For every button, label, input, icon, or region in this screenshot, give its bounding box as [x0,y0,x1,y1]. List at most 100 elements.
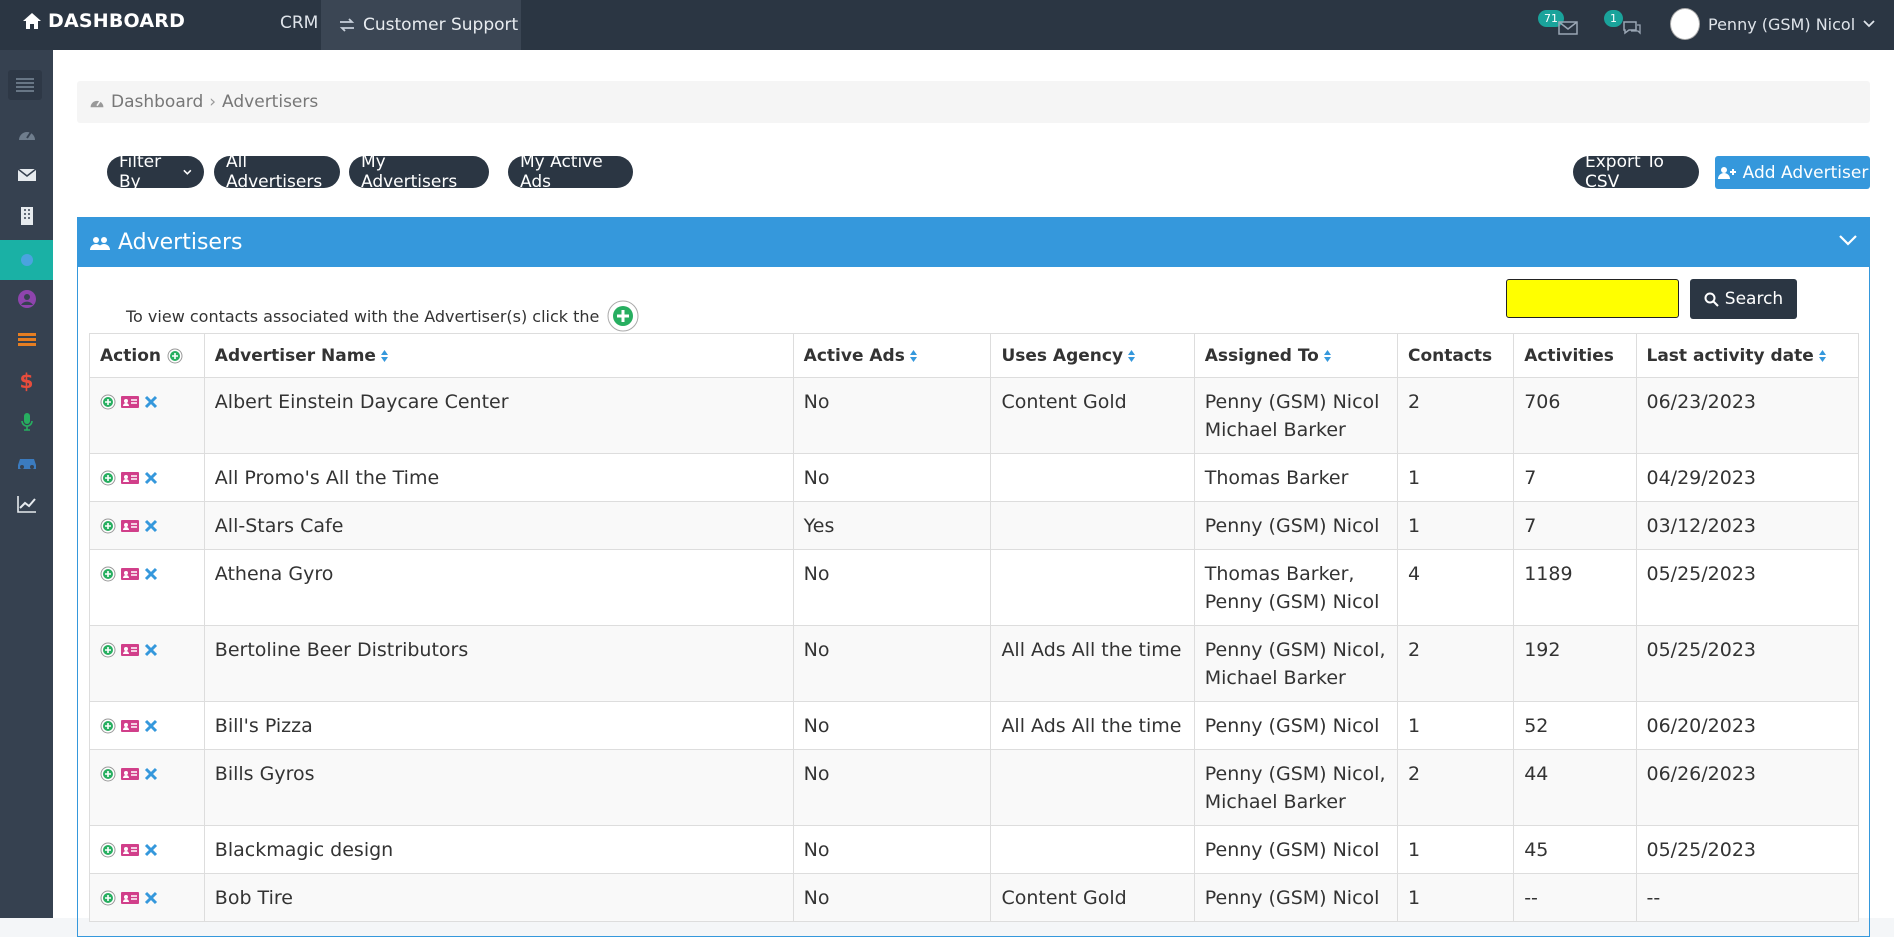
all-advertisers-button[interactable]: All Advertisers [214,152,340,192]
sidebar-item-reports[interactable] [0,484,53,524]
cell-action [89,453,205,502]
my-active-ads-button[interactable]: My Active Ads [508,152,633,192]
all-advertisers-label: All Advertisers [226,152,323,192]
expand-contacts-icon[interactable] [100,890,116,906]
cell-activities[interactable]: 52 [1513,701,1637,750]
search-input[interactable] [1506,279,1679,318]
delete-icon[interactable] [144,767,158,781]
delete-icon[interactable] [144,471,158,485]
sidebar-item-mail[interactable] [0,155,53,195]
sidebar-item-dashboard[interactable] [0,114,53,154]
delete-icon[interactable] [144,395,158,409]
user-name: Penny (GSM) Nicol [1708,14,1856,34]
header-uses-agency[interactable]: Uses Agency [990,333,1195,378]
collapse-chevron-icon[interactable] [1839,235,1857,246]
mail-notification[interactable]: 71 [1538,10,1578,40]
nav-customer-support[interactable]: Customer Support [321,0,521,50]
filter-by-button[interactable]: Filter By [107,152,204,192]
plus-circle-icon[interactable] [167,348,183,364]
contact-card-icon[interactable] [120,395,140,409]
cell-advertiser-name[interactable]: Bob Tire [203,873,794,922]
cell-advertiser-name[interactable]: All Promo's All the Time [203,453,794,502]
header-action-label: Action [100,345,161,366]
table-row: Albert Einstein Daycare Center No Content … [89,377,1859,454]
export-csv-label: Export To CSV [1585,152,1664,192]
cell-contacts: 2 [1396,625,1515,702]
cell-activities[interactable]: 44 [1513,749,1637,826]
export-csv-button[interactable]: Export To CSV [1573,152,1699,192]
search-button[interactable]: Search [1690,279,1797,319]
cell-advertiser-name[interactable]: All-Stars Cafe [203,501,794,550]
cell-activities[interactable]: 706 [1513,377,1637,454]
sidebar-item-billing[interactable]: $ [0,361,53,401]
header-last-activity-date[interactable]: Last activity date [1635,333,1859,378]
contact-card-icon[interactable] [120,471,140,485]
sidebar-item-audio[interactable] [0,402,53,442]
sidebar-item-contacts[interactable] [0,279,53,319]
contact-card-icon[interactable] [120,643,140,657]
contact-card-icon[interactable] [120,891,140,905]
cell-action [89,701,205,750]
cell-action [89,549,205,626]
add-advertiser-button[interactable]: Add Advertiser [1715,156,1870,189]
contact-card-icon[interactable] [120,567,140,581]
delete-icon[interactable] [144,519,158,533]
delete-icon[interactable] [144,567,158,581]
expand-contacts-icon[interactable] [100,842,116,858]
assigned-line-1: Penny (GSM) Nicol [1204,839,1380,861]
sidebar-item-vehicles[interactable] [0,443,53,483]
user-menu[interactable]: Penny (GSM) Nicol [1670,8,1875,40]
cell-advertiser-name[interactable]: Bertoline Beer Distributors [203,625,794,702]
advertisers-icon [20,254,33,266]
contact-card-icon[interactable] [120,719,140,733]
expand-contacts-icon[interactable] [100,766,116,782]
breadcrumb-home[interactable]: Dashboard [111,92,203,112]
contact-card-icon[interactable] [120,767,140,781]
expand-contacts-icon[interactable] [100,642,116,658]
assigned-line-1: Penny (GSM) Nicol, [1204,639,1386,661]
cell-activities[interactable]: 7 [1513,453,1637,502]
cell-activities[interactable]: 1189 [1513,549,1637,626]
cell-advertiser-name[interactable]: Bills Gyros [203,749,794,826]
cell-assigned-to: Penny (GSM) Nicol [1193,701,1399,750]
header-activities-label: Activities [1524,345,1614,366]
table-row: All Promo's All the Time No Thomas Barker 1… [89,453,1859,502]
expand-contacts-icon[interactable] [100,718,116,734]
contact-card-icon[interactable] [120,519,140,533]
cell-advertiser-name[interactable]: Blackmagic design [203,825,794,874]
cell-advertiser-name[interactable]: Bill's Pizza [203,701,794,750]
header-assigned-to[interactable]: Assigned To [1193,333,1399,378]
delete-icon[interactable] [144,643,158,657]
cell-assigned-to: Penny (GSM) Nicol [1193,825,1399,874]
cell-advertiser-name[interactable]: Albert Einstein Daycare Center [203,377,794,454]
header-active-ads[interactable]: Active Ads [792,333,992,378]
dashboard-brand[interactable]: DASHBOARD [22,10,185,32]
cell-advertiser-name[interactable]: Athena Gyro [203,549,794,626]
nav-crm[interactable]: CRM [280,13,318,33]
sidebar-item-stack[interactable] [0,320,53,360]
sidebar-item-advertisers[interactable] [0,240,53,280]
cell-activities[interactable]: 45 [1513,825,1637,874]
chat-notification[interactable]: 1 [1604,10,1644,40]
delete-icon[interactable] [144,719,158,733]
sidebar-item-companies[interactable] [0,196,53,236]
table-row: Bertoline Beer Distributors No All Ads All… [89,625,1859,702]
cell-activities[interactable]: 7 [1513,501,1637,550]
assigned-line-1: Penny (GSM) Nicol [1204,715,1380,737]
my-advertisers-button[interactable]: My Advertisers [349,152,489,192]
delete-icon[interactable] [144,843,158,857]
delete-icon[interactable] [144,891,158,905]
assigned-line-1: Penny (GSM) Nicol, [1204,763,1386,785]
expand-contacts-icon[interactable] [100,518,116,534]
expand-contacts-icon[interactable] [100,566,116,582]
expand-contacts-icon[interactable] [100,394,116,410]
sidebar-toggle[interactable] [8,70,42,100]
header-advertiser-name[interactable]: Advertiser Name [203,333,794,378]
contact-card-icon[interactable] [120,843,140,857]
expand-contacts-icon[interactable] [100,470,116,486]
sort-icon [1128,349,1136,362]
header-activities: Activities [1513,333,1637,378]
cell-activities[interactable]: 192 [1513,625,1637,702]
cell-activities[interactable]: -- [1513,873,1637,922]
table-body: Albert Einstein Daycare Center No Content … [89,377,1859,922]
